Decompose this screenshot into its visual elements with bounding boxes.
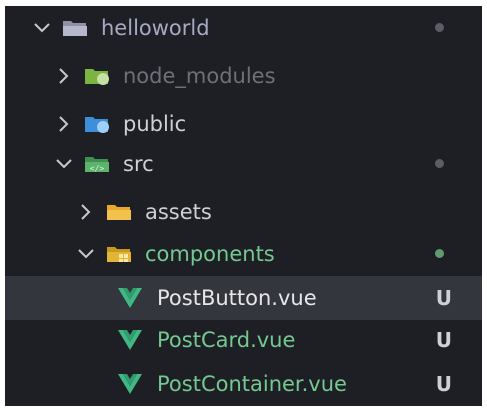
tree-item-label: public (123, 111, 187, 136)
tree-item-label: src (123, 151, 154, 176)
tree-item-postbutton-vue[interactable]: PostButton.vue U (5, 276, 482, 320)
folder-public-icon (83, 113, 111, 135)
chevron-right-icon[interactable] (55, 115, 73, 133)
folder-assets-icon (105, 201, 133, 223)
status-dot (435, 159, 444, 168)
svg-text:</>: </> (90, 164, 105, 173)
tree-item-public[interactable]: public (5, 102, 482, 146)
tree-item-label: PostCard.vue (157, 327, 296, 352)
status-dot (435, 23, 444, 32)
chevron-right-icon[interactable] (77, 203, 95, 221)
tree-item-postcontainer-vue[interactable]: PostContainer.vue U (5, 362, 482, 406)
tree-item-node-modules[interactable]: node_modules (5, 54, 482, 98)
tree-item-label: helloworld (101, 15, 210, 40)
vue-icon (117, 287, 143, 309)
tree-item-assets[interactable]: assets (5, 190, 482, 234)
tree-item-components[interactable]: components (5, 232, 482, 276)
chevron-right-icon[interactable] (55, 67, 73, 85)
vue-icon (117, 329, 143, 351)
folder-node-icon (83, 65, 111, 87)
tree-item-label: node_modules (123, 63, 276, 88)
tree-item-helloworld[interactable]: helloworld (5, 6, 482, 50)
untracked-badge: U (435, 372, 452, 396)
tree-item-postcard-vue[interactable]: PostCard.vue U (5, 318, 482, 362)
tree-item-label: PostButton.vue (157, 285, 317, 310)
tree-item-label: assets (145, 199, 212, 224)
chevron-down-icon[interactable] (55, 155, 73, 173)
status-dot (435, 249, 444, 258)
folder-src-icon: </> (83, 153, 111, 175)
vue-icon (117, 373, 143, 395)
file-explorer: helloworld node_modules public </> src a… (5, 6, 482, 406)
chevron-down-icon[interactable] (33, 19, 51, 37)
tree-item-label: components (145, 241, 275, 266)
tree-item-label: PostContainer.vue (157, 371, 347, 396)
chevron-down-icon[interactable] (77, 245, 95, 263)
folder-components-icon (105, 243, 133, 265)
tree-item-src[interactable]: </> src (5, 142, 482, 186)
untracked-badge: U (435, 328, 452, 352)
untracked-badge: U (435, 286, 452, 310)
folder-open-icon (61, 17, 89, 39)
